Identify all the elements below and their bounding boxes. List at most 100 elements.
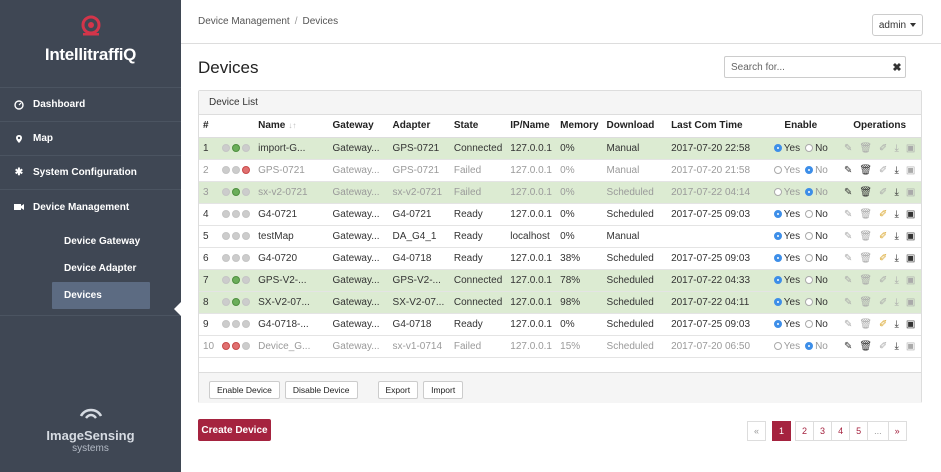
download-icon[interactable]: ⤓ [894, 143, 898, 154]
table-row[interactable]: 9 G4-0718-... Gateway... G4-0718 Ready 127.0.… [199, 313, 921, 336]
export-button[interactable]: Export [377, 381, 419, 399]
delete-icon[interactable]: 🗑︎ [859, 231, 872, 242]
pager-ellipsis[interactable]: ... [867, 421, 889, 441]
enable-device-button[interactable]: Enable Device [209, 381, 280, 399]
enable-yes-radio[interactable] [773, 253, 782, 262]
logo[interactable]: IntellitraffiQ [0, 0, 181, 88]
config-brush-icon[interactable]: ✐ [879, 253, 887, 264]
enable-yes-radio[interactable] [773, 143, 782, 152]
log-icon[interactable]: ▣ [906, 253, 915, 264]
log-icon[interactable]: ▣ [906, 143, 915, 154]
config-brush-icon[interactable]: ✐ [879, 275, 887, 286]
enable-yes-radio[interactable] [773, 341, 782, 350]
pager-page-3[interactable]: 3 [813, 421, 833, 441]
enable-no-radio[interactable] [805, 231, 814, 240]
pager-page-1[interactable]: 1 [772, 421, 792, 441]
config-brush-icon[interactable]: ✐ [879, 143, 887, 154]
delete-icon[interactable]: 🗑︎ [859, 297, 872, 308]
log-icon[interactable]: ▣ [906, 165, 915, 176]
log-icon[interactable]: ▣ [906, 297, 915, 308]
enable-no-radio[interactable] [805, 341, 814, 350]
enable-no-radio[interactable] [805, 209, 814, 218]
delete-icon[interactable]: 🗑︎ [859, 165, 872, 176]
sidebar-subitem-device-gateway[interactable]: Device Gateway [0, 228, 181, 255]
config-brush-icon[interactable]: ✐ [879, 231, 887, 242]
user-menu-button[interactable]: admin [872, 14, 923, 36]
pager-page-2[interactable]: 2 [795, 421, 815, 441]
delete-icon[interactable]: 🗑︎ [859, 187, 872, 198]
device-name[interactable]: sx-v2-0721 [254, 181, 329, 204]
enable-no-radio[interactable] [805, 297, 814, 306]
device-name[interactable]: testMap [254, 225, 329, 248]
table-row[interactable]: 7 GPS-V2-... Gateway... GPS-V2-... Connected… [199, 269, 921, 292]
table-row[interactable]: 6 G4-0720 Gateway... G4-0718 Ready 127.0.0.1 3… [199, 247, 921, 270]
download-icon[interactable]: ⤓ [894, 319, 898, 330]
device-name[interactable]: GPS-V2-... [254, 269, 329, 292]
edit-icon[interactable]: ✎ [844, 275, 852, 286]
enable-no-radio[interactable] [805, 187, 814, 196]
delete-icon[interactable]: 🗑︎ [859, 275, 872, 286]
edit-icon[interactable]: ✎ [844, 209, 852, 220]
enable-yes-radio[interactable] [773, 209, 782, 218]
download-icon[interactable]: ⤓ [894, 253, 898, 264]
pager-next[interactable]: » [887, 421, 907, 441]
sidebar-item-device-management[interactable]: Device Management [0, 190, 181, 224]
log-icon[interactable]: ▣ [906, 341, 915, 352]
log-icon[interactable]: ▣ [906, 319, 915, 330]
log-icon[interactable]: ▣ [906, 231, 915, 242]
enable-no-radio[interactable] [805, 275, 814, 284]
edit-icon[interactable]: ✎ [844, 297, 852, 308]
enable-yes-radio[interactable] [773, 297, 782, 306]
edit-icon[interactable]: ✎ [844, 319, 852, 330]
log-icon[interactable]: ▣ [906, 187, 915, 198]
download-icon[interactable]: ⤓ [894, 275, 898, 286]
log-icon[interactable]: ▣ [906, 275, 915, 286]
delete-icon[interactable]: 🗑︎ [859, 143, 872, 154]
table-row[interactable]: 4 G4-0721 Gateway... G4-0721 Ready 127.0.0.1 0… [199, 203, 921, 226]
pager-prev[interactable]: « [747, 421, 767, 441]
delete-icon[interactable]: 🗑︎ [859, 253, 872, 264]
edit-icon[interactable]: ✎ [844, 165, 852, 176]
download-icon[interactable]: ⤓ [894, 341, 898, 352]
device-name[interactable]: G4-0721 [254, 203, 329, 226]
device-name[interactable]: SX-V2-07... [254, 291, 329, 314]
config-brush-icon[interactable]: ✐ [879, 165, 887, 176]
sidebar-subitem-devices[interactable]: Devices [52, 282, 150, 309]
sidebar-item-map[interactable]: Map [0, 122, 181, 156]
clear-search-icon[interactable]: ✖ [889, 58, 905, 76]
download-icon[interactable]: ⤓ [894, 165, 898, 176]
download-icon[interactable]: ⤓ [894, 297, 898, 308]
enable-yes-radio[interactable] [773, 319, 782, 328]
enable-no-radio[interactable] [805, 165, 814, 174]
download-icon[interactable]: ⤓ [894, 209, 898, 220]
col-header-name[interactable]: Name ↓↑ [254, 115, 329, 138]
create-device-button[interactable]: Create Device [198, 419, 271, 441]
pager-page-4[interactable]: 4 [831, 421, 851, 441]
device-name[interactable]: G4-0720 [254, 247, 329, 270]
delete-icon[interactable]: 🗑︎ [859, 209, 872, 220]
sort-icon[interactable]: ↓↑ [288, 121, 296, 130]
log-icon[interactable]: ▣ [906, 209, 915, 220]
pager-page-5[interactable]: 5 [849, 421, 869, 441]
enable-no-radio[interactable] [805, 319, 814, 328]
device-name[interactable]: Device_G... [254, 335, 329, 358]
table-row[interactable]: 3 sx-v2-0721 Gateway... sx-v2-0721 Failed 127… [199, 181, 921, 204]
breadcrumb-item[interactable]: Device Management [198, 16, 290, 27]
sidebar-item-dashboard[interactable]: Dashboard [0, 88, 181, 122]
config-brush-icon[interactable]: ✐ [879, 341, 887, 352]
delete-icon[interactable]: 🗑︎ [859, 341, 872, 352]
edit-icon[interactable]: ✎ [844, 341, 852, 352]
edit-icon[interactable]: ✎ [844, 253, 852, 264]
enable-yes-radio[interactable] [773, 187, 782, 196]
device-name[interactable]: GPS-0721 [254, 159, 329, 182]
device-name[interactable]: import-G... [254, 137, 329, 160]
edit-icon[interactable]: ✎ [844, 143, 852, 154]
enable-no-radio[interactable] [805, 253, 814, 262]
config-brush-icon[interactable]: ✐ [879, 209, 887, 220]
config-brush-icon[interactable]: ✐ [879, 187, 887, 198]
table-row[interactable]: 8 SX-V2-07... Gateway... SX-V2-07... Connect… [199, 291, 921, 314]
sidebar-item-system-configuration[interactable]: ✱ System Configuration [0, 156, 181, 190]
table-row[interactable]: 10 Device_G... Gateway... sx-v1-0714 Failed 1… [199, 335, 921, 358]
download-icon[interactable]: ⤓ [894, 187, 898, 198]
device-name[interactable]: G4-0718-... [254, 313, 329, 336]
